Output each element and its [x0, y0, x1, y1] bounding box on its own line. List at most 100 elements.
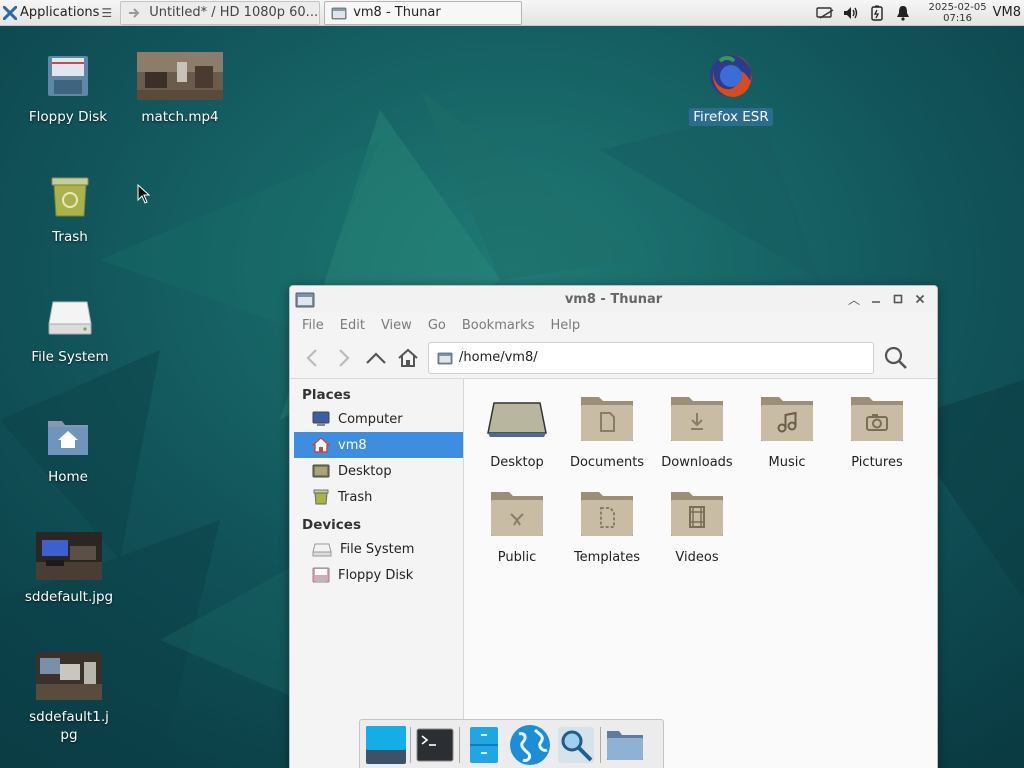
desktop-icon-trash[interactable]: Trash [15, 170, 125, 246]
dock-show-desktop-button[interactable] [363, 722, 409, 768]
dock-app-finder-button[interactable] [553, 722, 599, 768]
documents-folder-icon [581, 397, 633, 441]
menu-separator-icon: ☰ [101, 5, 113, 20]
thunar-app-icon [295, 292, 315, 308]
close-icon [915, 294, 925, 304]
sidebar-item-floppy-disk[interactable]: Floppy Disk [290, 562, 463, 588]
toolbar: /home/vm8/ [290, 337, 937, 379]
applications-menu-button[interactable]: Applications ☰ [0, 0, 116, 26]
sidebar-item-label: Floppy Disk [338, 567, 414, 583]
folder-icon [437, 352, 453, 364]
menu-view[interactable]: View [373, 318, 420, 333]
battery-icon[interactable] [867, 4, 887, 22]
desktop-icon-home[interactable]: Home [13, 410, 123, 486]
desktop-icon-label: Firefox ESR [689, 108, 773, 126]
sidebar-item-label: File System [340, 541, 415, 557]
back-button[interactable] [296, 342, 328, 374]
file-label: Public [497, 550, 537, 565]
floppy-disk-icon [312, 567, 330, 583]
pictures-folder-icon [851, 397, 903, 441]
menu-help[interactable]: Help [542, 318, 588, 333]
video-editor-icon [129, 7, 140, 18]
drive-icon [312, 543, 332, 557]
home-icon [312, 437, 330, 453]
trash-icon [313, 489, 329, 505]
file-item-music[interactable]: Music [742, 387, 832, 482]
dock-separator [410, 727, 411, 763]
file-label: Desktop [490, 455, 544, 470]
taskbar-item-label: vm8 - Thunar [353, 5, 441, 20]
file-item-templates[interactable]: Templates [562, 482, 652, 577]
sidebar-item-vm8[interactable]: vm8 [294, 432, 463, 458]
user-menu[interactable]: VM8 [993, 5, 1021, 20]
search-icon [884, 346, 907, 369]
file-item-pictures[interactable]: Pictures [832, 387, 922, 482]
downloads-folder-icon [671, 397, 723, 441]
file-cabinet-icon [470, 727, 498, 763]
shade-button[interactable]: ︿ [843, 290, 865, 308]
sidebar-item-desktop[interactable]: Desktop [290, 458, 463, 484]
window-titlebar[interactable]: vm8 - Thunar ︿ [290, 286, 937, 313]
file-item-public[interactable]: Public [472, 482, 562, 577]
network-icon[interactable] [815, 4, 835, 22]
desktop-icon-label: File System [31, 349, 109, 365]
taskbar-item-thunar[interactable]: vm8 - Thunar [324, 0, 523, 25]
sidebar-item-label: Desktop [338, 463, 392, 479]
dock-web-browser-button[interactable] [507, 722, 553, 768]
dock-folder-button[interactable] [602, 722, 648, 768]
arrow-right-icon [339, 348, 350, 367]
desktop-icon-match-mp4[interactable]: match.mp4 [125, 50, 235, 126]
mouse-cursor-icon [137, 184, 151, 204]
menu-file[interactable]: File [294, 318, 332, 333]
app-finder-icon [558, 727, 594, 763]
file-item-documents[interactable]: Documents [562, 387, 652, 482]
home-button[interactable] [392, 342, 424, 374]
globe-icon [510, 725, 550, 765]
up-button[interactable] [360, 342, 392, 374]
file-view: Desktop Documents Downloads Music Pictur… [464, 379, 937, 768]
desktop-icon-file-system[interactable]: File System [15, 290, 125, 366]
taskbar-item-video[interactable]: Untitled* / HD 1080p 60... [120, 0, 321, 25]
menu-bookmarks[interactable]: Bookmarks [454, 318, 543, 333]
panel-clock[interactable]: 2025-02-05 07:16 [928, 2, 986, 24]
file-item-desktop[interactable]: Desktop [472, 387, 562, 482]
file-label: Pictures [851, 455, 903, 470]
file-item-downloads[interactable]: Downloads [652, 387, 742, 482]
file-label: Documents [569, 455, 645, 470]
clock-date: 2025-02-05 [928, 1, 987, 13]
search-button[interactable] [880, 342, 912, 374]
file-item-videos[interactable]: Videos [652, 482, 742, 577]
forward-button[interactable] [328, 342, 360, 374]
sidebar-item-computer[interactable]: Computer [290, 406, 463, 432]
desktop-icon-sddefault1-jpg[interactable]: sddefault1.jpg [14, 650, 124, 744]
show-desktop-icon [366, 726, 406, 764]
desktop-icon-floppy-disk[interactable]: Floppy Disk [13, 50, 123, 126]
xfce-logo-icon [3, 5, 17, 20]
location-bar[interactable]: /home/vm8/ [428, 341, 874, 374]
close-button[interactable] [909, 290, 931, 308]
maximize-button[interactable] [887, 290, 909, 308]
arrow-left-icon [306, 348, 317, 367]
file-label: Templates [573, 550, 641, 565]
desktop-icon-firefox[interactable]: Firefox ESR [676, 50, 786, 126]
minimize-button[interactable] [865, 290, 887, 308]
notification-bell-icon[interactable] [893, 4, 913, 22]
music-folder-icon [761, 397, 813, 441]
desktop-icon-label: sddefault1.jpg [29, 709, 109, 743]
sidebar-item-trash[interactable]: Trash [290, 484, 463, 510]
dock-separator [600, 727, 601, 763]
dock-terminal-button[interactable] [412, 722, 458, 768]
folder-icon [331, 7, 347, 19]
menu-go[interactable]: Go [420, 318, 454, 333]
desktop-folder-icon [487, 402, 547, 437]
sidebar-item-file-system[interactable]: File System [290, 536, 463, 562]
videos-folder-icon [671, 492, 723, 536]
desktop-icon-sddefault-jpg[interactable]: sddefault.jpg [14, 530, 124, 606]
side-pane: Places Computer vm8 Desktop Trash Device… [290, 379, 464, 768]
volume-icon[interactable] [841, 4, 861, 22]
dock-file-manager-button[interactable] [461, 722, 507, 768]
menu-edit[interactable]: Edit [332, 318, 373, 333]
public-folder-icon [491, 492, 543, 536]
floppy-disk-icon [48, 56, 88, 96]
maximize-icon [893, 294, 903, 304]
